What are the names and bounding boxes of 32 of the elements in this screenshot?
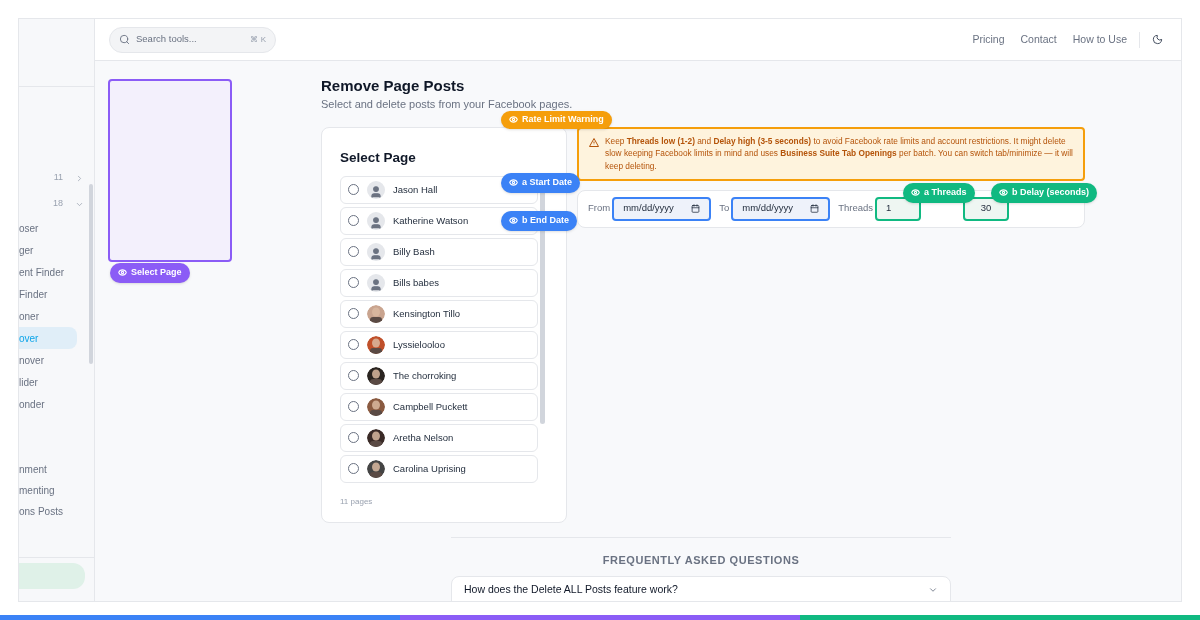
page-name: Aretha Nelson [393,430,454,445]
faq-heading: FREQUENTLY ASKED QUESTIONS [601,552,801,568]
page-count: 11 pages [340,495,374,508]
page-title: Remove Page Posts [321,76,466,96]
date-placeholder: mm/dd/yyyy [742,201,793,216]
page-name: Lyssielooloo [393,337,445,352]
search-placeholder: Search tools... [136,32,198,47]
tour-tooltip: Rate Limit Warning [501,111,612,129]
card-title: Select Page [340,148,417,167]
date-placeholder: mm/dd/yyyy [623,201,674,216]
page-subtitle: Select and delete posts from your Facebook pages. [321,97,574,111]
shortcut-label: ⌘ K [250,33,266,46]
page-name: Billy Bash [393,244,435,259]
tour-tooltip: a Threads [903,183,975,203]
page-name: Jason Hall [393,182,438,197]
count-label: 18 [53,197,63,211]
tour-tooltip: b End Date [501,211,577,231]
tour-tooltip: b Delay (seconds) [991,183,1098,203]
page-name: Carolina Uprising [393,461,466,476]
faq-question: How does the Delete ALL Posts feature work? [464,582,678,598]
count-label: 11 [53,171,63,185]
page-name: Campbell Puckett [393,399,468,414]
page-name: Bills babes [393,275,439,290]
from-label: From [588,201,611,216]
warning-text: Keep Threads low (1-2) and Delay high (3-5 seconds) to avoid Facebook rate limits and account restrictions. It might delete slow keeping Facebook limits in mind and uses Business Suite Tab Openings per batch. You can switch tab/minimize — it will keep deleting. [605,134,1073,173]
page-name: The chorroking [393,368,457,383]
page-name: Katherine Watson [393,213,469,228]
threads-label: Threads [838,201,874,216]
tour-tooltip: a Start Date [501,173,581,193]
to-label: To [719,201,730,216]
page-name: Kensington Tillo [393,306,461,321]
tour-badge: Select Page [110,263,190,283]
